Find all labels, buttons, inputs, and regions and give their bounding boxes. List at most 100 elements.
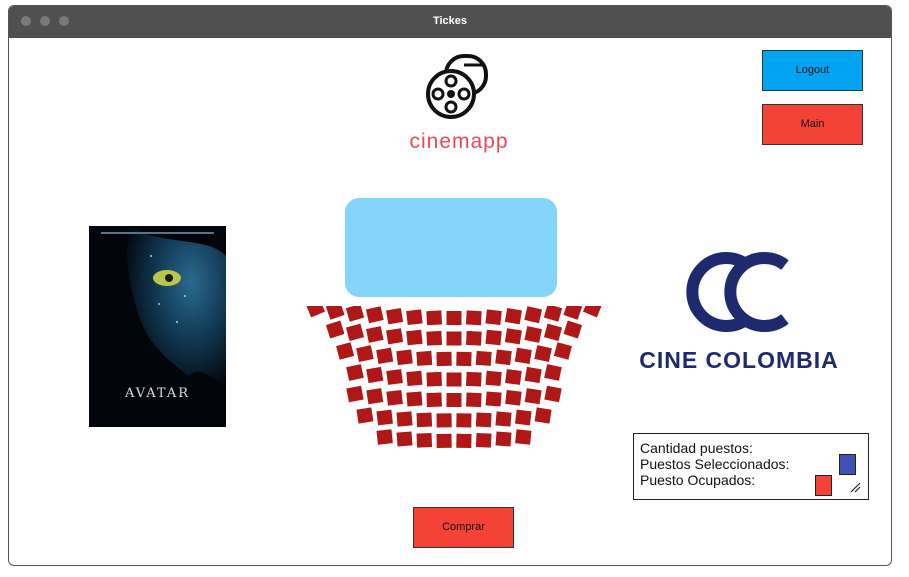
seat-r1-s5[interactable] bbox=[386, 308, 404, 325]
seat-r2-s9[interactable] bbox=[485, 329, 502, 346]
logout-button[interactable]: Logout bbox=[762, 50, 863, 91]
seat-r4-s3[interactable] bbox=[386, 369, 403, 385]
seat-r4-s10[interactable] bbox=[524, 366, 542, 384]
seat-r3-s4[interactable] bbox=[396, 349, 413, 366]
seat-r3-s10[interactable] bbox=[514, 347, 532, 364]
seat-r4-s8[interactable] bbox=[485, 370, 502, 387]
seat-r5-s7[interactable] bbox=[466, 392, 482, 408]
seat-r2-s6[interactable] bbox=[426, 330, 443, 346]
seat-r7-s3[interactable] bbox=[416, 432, 433, 448]
seat-r1-s9[interactable] bbox=[465, 310, 482, 326]
seat-r2-s3[interactable] bbox=[366, 326, 384, 343]
seat-r1-s3[interactable] bbox=[345, 306, 365, 322]
seat-r7-s6[interactable] bbox=[475, 432, 492, 448]
seat-r4-s1[interactable] bbox=[346, 364, 364, 381]
seat-r1-s7[interactable] bbox=[426, 310, 443, 326]
seat-r3-s6[interactable] bbox=[436, 351, 452, 367]
seat-r7-s4[interactable] bbox=[436, 433, 452, 449]
seating-chart bbox=[305, 306, 603, 449]
seat-r4-s7[interactable] bbox=[466, 371, 482, 387]
cinema-screen bbox=[345, 198, 557, 297]
seat-r4-s4[interactable] bbox=[406, 370, 423, 387]
seat-r5-s9[interactable] bbox=[505, 389, 522, 406]
poster-title: AVATAR bbox=[124, 386, 191, 401]
seat-r3-s12[interactable] bbox=[553, 342, 572, 360]
seat-r5-s10[interactable] bbox=[524, 388, 542, 405]
seat-r2-s1[interactable] bbox=[325, 320, 345, 339]
seat-r7-s1[interactable] bbox=[376, 429, 393, 445]
seat-r2-s4[interactable] bbox=[386, 328, 404, 345]
seat-r2-s12[interactable] bbox=[543, 323, 563, 341]
seat-r1-s4[interactable] bbox=[365, 306, 384, 324]
main-button[interactable]: Main bbox=[762, 104, 863, 145]
seat-r3-s1[interactable] bbox=[336, 342, 355, 360]
seat-r6-s8[interactable] bbox=[495, 411, 512, 427]
seat-r1-s10[interactable] bbox=[485, 309, 502, 325]
seat-r1-s1[interactable] bbox=[305, 306, 326, 318]
seat-r5-s4[interactable] bbox=[406, 391, 423, 407]
seat-r6-s3[interactable] bbox=[396, 411, 413, 427]
occupied-seat-swatch bbox=[815, 475, 832, 496]
seat-r5-s11[interactable] bbox=[544, 385, 562, 403]
seat-r1-s12[interactable] bbox=[524, 306, 543, 324]
seat-r1-s11[interactable] bbox=[504, 308, 522, 325]
film-reel-icon bbox=[426, 54, 488, 119]
seat-r2-s10[interactable] bbox=[504, 328, 522, 345]
seat-r7-s2[interactable] bbox=[396, 431, 413, 447]
seat-r6-s7[interactable] bbox=[475, 412, 492, 428]
selected-seat-swatch bbox=[839, 454, 856, 475]
cine-colombia-logo-icon bbox=[686, 252, 789, 332]
seat-r2-s7[interactable] bbox=[446, 331, 462, 346]
seat-r6-s2[interactable] bbox=[376, 409, 393, 426]
seat-r2-s2[interactable] bbox=[345, 323, 365, 341]
seat-r3-s8[interactable] bbox=[475, 350, 492, 366]
seat-r1-s8[interactable] bbox=[446, 311, 462, 325]
seat-r1-s13[interactable] bbox=[543, 306, 563, 322]
seat-r5-s8[interactable] bbox=[485, 391, 502, 407]
seat-r5-s5[interactable] bbox=[426, 392, 442, 408]
seat-r6-s10[interactable] bbox=[534, 407, 552, 424]
app-window: Tickes cinemapp Logout Main AVATAR CINE … bbox=[8, 5, 892, 566]
seat-r4-s2[interactable] bbox=[366, 366, 384, 384]
seat-r4-s9[interactable] bbox=[505, 369, 522, 385]
seat-r3-s9[interactable] bbox=[495, 349, 512, 366]
legend-seleccionados-label: Puestos Seleccionados: bbox=[640, 456, 790, 472]
seat-r5-s3[interactable] bbox=[386, 389, 403, 406]
seat-r7-s5[interactable] bbox=[456, 433, 472, 449]
seat-r1-s2[interactable] bbox=[325, 306, 345, 320]
seat-r3-s3[interactable] bbox=[376, 347, 394, 364]
movie-poster[interactable]: AVATAR bbox=[89, 226, 226, 427]
seat-r2-s11[interactable] bbox=[524, 326, 542, 343]
seat-r7-s7[interactable] bbox=[495, 431, 512, 447]
seat-r4-s11[interactable] bbox=[544, 364, 562, 381]
seat-r2-s8[interactable] bbox=[465, 330, 482, 346]
seat-r2-s5[interactable] bbox=[406, 329, 423, 346]
resize-grip-icon[interactable] bbox=[849, 481, 861, 493]
seat-r4-s5[interactable] bbox=[426, 371, 442, 387]
legend-cantidad-label: Cantidad puestos: bbox=[640, 440, 753, 456]
seat-r7-s8[interactable] bbox=[515, 429, 532, 445]
seat-r6-s9[interactable] bbox=[515, 409, 532, 426]
app-logo-text: cinemapp bbox=[409, 130, 509, 153]
window-title: Tickes bbox=[432, 15, 468, 27]
seat-r3-s2[interactable] bbox=[356, 345, 374, 363]
comprar-button[interactable]: Comprar bbox=[413, 507, 514, 548]
seat-r1-s15[interactable] bbox=[582, 306, 603, 318]
seat-r3-s5[interactable] bbox=[416, 350, 433, 366]
seat-r3-s7[interactable] bbox=[456, 351, 472, 367]
seat-r1-s6[interactable] bbox=[406, 309, 423, 325]
seat-legend: Cantidad puestos: Puestos Seleccionados:… bbox=[633, 433, 869, 500]
legend-ocupados-label: Puesto Ocupados: bbox=[640, 472, 756, 488]
seat-r6-s5[interactable] bbox=[436, 413, 452, 428]
seat-r1-s14[interactable] bbox=[563, 306, 583, 320]
seat-r6-s6[interactable] bbox=[456, 413, 472, 428]
seat-r5-s6[interactable] bbox=[446, 393, 462, 407]
seat-r2-s13[interactable] bbox=[563, 320, 583, 339]
seat-r3-s11[interactable] bbox=[534, 345, 552, 363]
seat-r5-s1[interactable] bbox=[346, 385, 364, 403]
seat-r4-s6[interactable] bbox=[446, 372, 462, 387]
seat-r6-s1[interactable] bbox=[356, 407, 374, 424]
seat-r5-s2[interactable] bbox=[366, 388, 384, 405]
seat-r6-s4[interactable] bbox=[416, 412, 433, 428]
cine-colombia-name: CINE COLOMBIA bbox=[639, 347, 839, 373]
